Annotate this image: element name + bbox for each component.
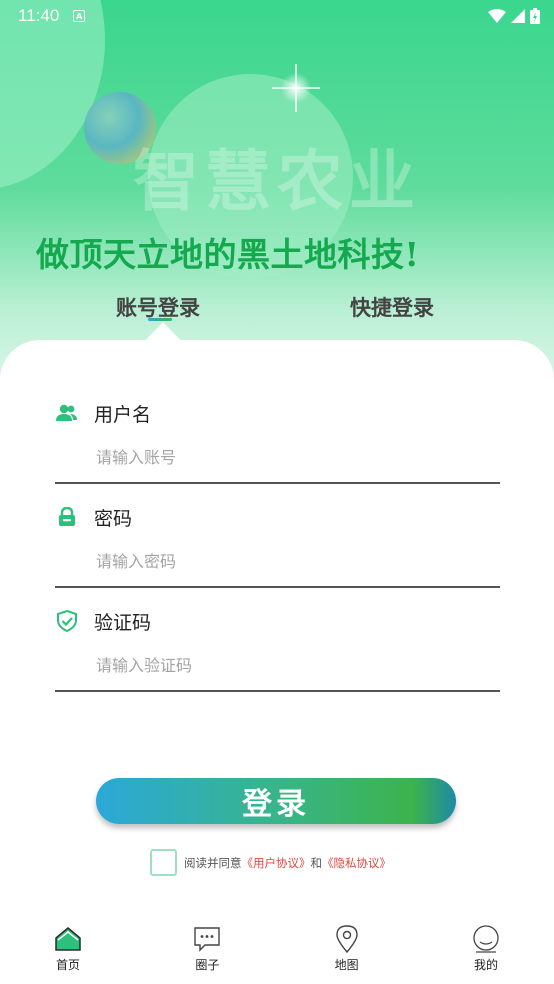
privacy-policy-link[interactable]: 《隐私协议》 <box>322 856 391 870</box>
lock-icon <box>55 505 79 529</box>
nav-label-map: 地图 <box>334 958 359 972</box>
agreement-row: 阅读并同意《用户协议》和《隐私协议》 <box>150 849 391 876</box>
status-bar: 11:40 A <box>0 0 554 32</box>
password-field: 密码 <box>55 504 500 588</box>
home-icon <box>53 924 83 954</box>
sparkle-icon <box>278 64 314 112</box>
captcha-input[interactable] <box>96 652 456 678</box>
nav-label-circle: 圈子 <box>195 958 220 972</box>
password-input[interactable] <box>96 548 456 574</box>
username-field: 用户名 <box>55 400 500 484</box>
nav-item-home[interactable]: 首页 <box>36 924 100 984</box>
map-pin-icon <box>332 924 362 954</box>
password-label: 密码 <box>94 507 133 530</box>
profile-icon <box>471 924 501 954</box>
agreement-and: 和 <box>310 855 323 870</box>
bottom-navigation: 首页 圈子 地图 我的 <box>0 924 554 984</box>
agreement-checkbox[interactable] <box>150 849 177 876</box>
nav-label-home: 首页 <box>55 958 80 972</box>
captcha-label: 验证码 <box>94 611 152 634</box>
agreement-prefix: 阅读并同意 <box>184 855 242 870</box>
shield-check-icon <box>55 609 79 633</box>
divider <box>55 586 500 588</box>
active-tab-indicator <box>148 318 172 321</box>
login-button[interactable]: 登录 <box>96 778 456 824</box>
signal-icon <box>511 9 525 23</box>
nav-item-circle[interactable]: 圈子 <box>175 924 239 984</box>
nav-item-mine[interactable]: 我的 <box>454 924 518 984</box>
battery-icon <box>530 8 540 24</box>
nav-item-map[interactable]: 地图 <box>315 924 379 984</box>
hero-watermark: 智慧农业 <box>133 142 421 220</box>
wifi-icon <box>488 9 506 23</box>
tab-quick-login[interactable]: 快捷登录 <box>350 292 434 322</box>
users-icon <box>55 401 79 425</box>
captcha-field: 验证码 <box>55 608 500 692</box>
status-icons <box>488 8 540 24</box>
hero-slogan: 做顶天立地的黑土地科技! <box>36 235 420 274</box>
agreement-text: 阅读并同意《用户协议》和《隐私协议》 <box>184 855 391 871</box>
user-agreement-link[interactable]: 《用户协议》 <box>242 856 311 870</box>
notification-a-icon: A <box>73 10 86 22</box>
divider <box>55 690 500 692</box>
nav-label-mine: 我的 <box>473 958 498 972</box>
username-label: 用户名 <box>94 403 152 426</box>
username-input[interactable] <box>96 444 456 470</box>
status-time: 11:40 <box>18 6 60 25</box>
divider <box>55 482 500 484</box>
chat-icon <box>192 924 222 954</box>
